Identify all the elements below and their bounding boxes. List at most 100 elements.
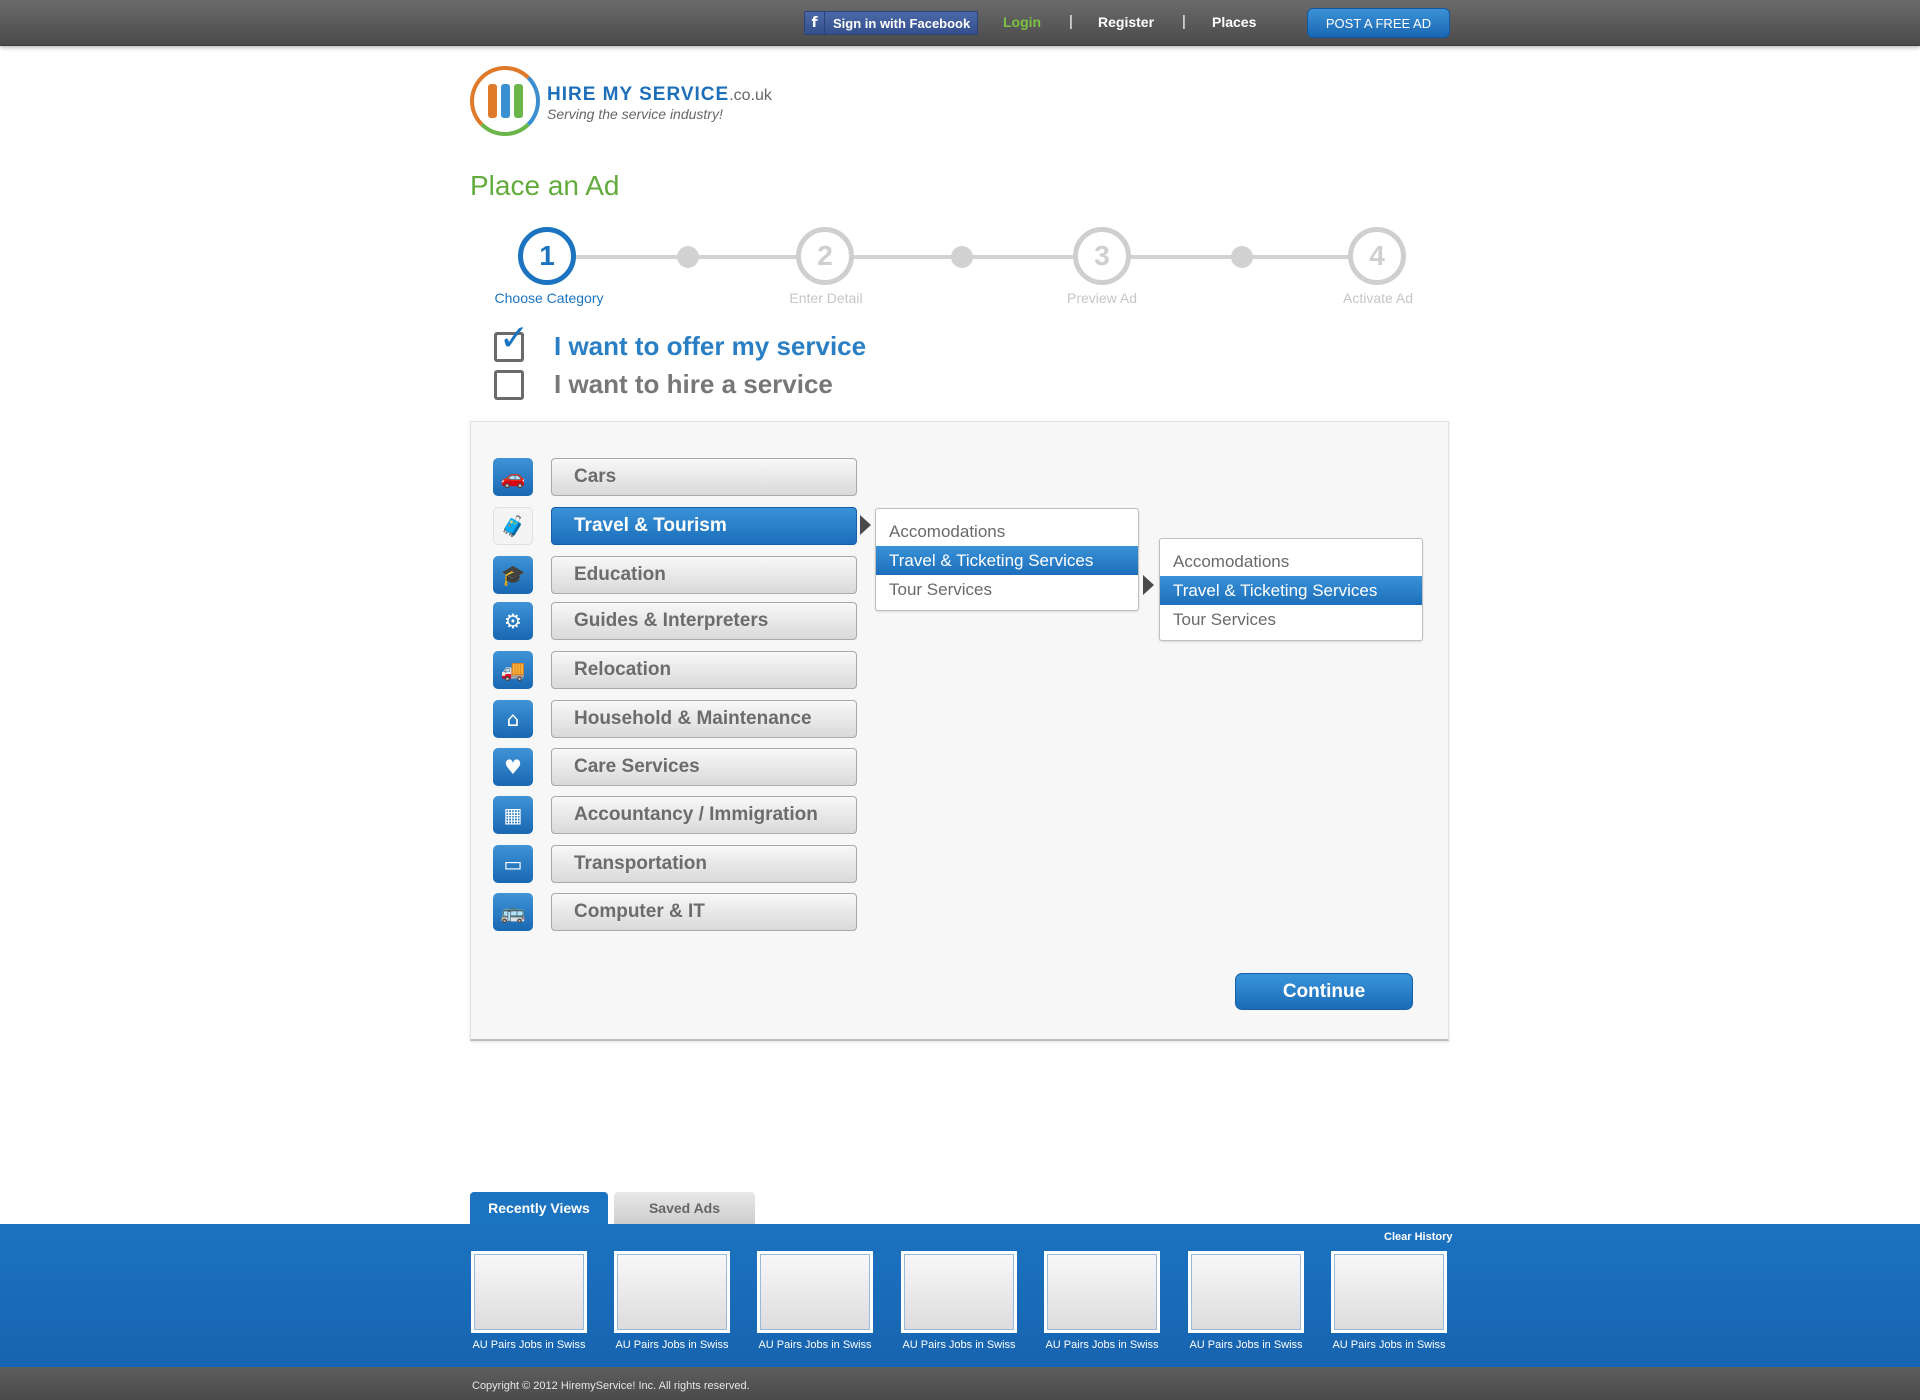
nav-separator: |	[1182, 13, 1186, 30]
stepper-dot	[677, 246, 699, 268]
category-row-household[interactable]: ⌂ Household & Maintenance	[493, 700, 857, 738]
nav-separator: |	[1069, 13, 1073, 30]
tab-saved-ads[interactable]: Saved Ads	[614, 1192, 755, 1224]
step-3-circle: 3	[1073, 227, 1131, 285]
expand-arrow-icon	[1143, 575, 1154, 595]
step-1-circle: 1	[518, 227, 576, 285]
category-row-transportation[interactable]: ▭ Transportation	[493, 845, 857, 883]
expand-arrow-icon	[860, 515, 871, 535]
subcategory-item-selected[interactable]: Travel & Ticketing Services	[876, 546, 1138, 575]
offer-service-option[interactable]: ✓ I want to offer my service	[494, 320, 867, 362]
thumbnail-image	[1331, 1251, 1447, 1333]
top-navigation-bar: f Sign in with Facebook Login | Register…	[0, 0, 1920, 46]
category-row-accountancy[interactable]: ▦ Accountancy / Immigration	[493, 796, 857, 834]
thumbnail-label: AU Pairs Jobs in Swiss	[1332, 1339, 1446, 1351]
category-button-accountancy[interactable]: Accountancy / Immigration	[551, 796, 857, 834]
traveler-icon: 🧳	[493, 507, 533, 545]
page-title: Place an Ad	[470, 170, 620, 201]
clear-history-link[interactable]: Clear History	[1384, 1231, 1452, 1243]
recent-ad-thumbnail[interactable]: AU Pairs Jobs in Swiss	[757, 1251, 873, 1351]
facebook-icon: f	[805, 12, 825, 34]
continue-button[interactable]: Continue	[1235, 973, 1413, 1010]
thumbnail-label: AU Pairs Jobs in Swiss	[902, 1339, 1016, 1351]
step-4-label: Activate Ad	[1342, 290, 1414, 306]
category-panel: 🚗 Cars 🧳 Travel & Tourism 🎓 Education ⚙ …	[470, 421, 1449, 1041]
recent-ad-thumbnail[interactable]: AU Pairs Jobs in Swiss	[1044, 1251, 1160, 1351]
logo-tld: .co.uk	[729, 87, 772, 104]
offer-service-checkbox[interactable]: ✓	[494, 320, 529, 362]
facebook-signin-button[interactable]: f Sign in with Facebook	[804, 11, 978, 35]
category-button-guides[interactable]: Guides & Interpreters	[551, 602, 857, 640]
post-free-ad-button[interactable]: POST A FREE AD	[1307, 8, 1450, 38]
category-button-computer[interactable]: Computer & IT	[551, 893, 857, 931]
step-4-circle: 4	[1348, 227, 1406, 285]
subcategory-item-selected[interactable]: Travel & Ticketing Services	[1160, 576, 1422, 605]
hire-service-label: I want to hire a service	[554, 369, 833, 399]
graduate-icon: 🎓	[493, 556, 533, 594]
thumbnail-label: AU Pairs Jobs in Swiss	[615, 1339, 729, 1351]
checkmark-icon: ✓	[499, 317, 530, 359]
site-logo[interactable]: HIRE MY SERVICE.co.uk Serving the servic…	[470, 64, 790, 138]
heart-cross-icon: ♥	[493, 748, 533, 786]
facebook-signin-label: Sign in with Facebook	[833, 15, 971, 31]
subcategory-item[interactable]: Accomodations	[1160, 547, 1422, 576]
recent-ad-thumbnail[interactable]: AU Pairs Jobs in Swiss	[1188, 1251, 1304, 1351]
stepper-dot	[951, 246, 973, 268]
logo-mark-icon	[470, 66, 540, 136]
category-row-computer[interactable]: 🚌 Computer & IT	[493, 893, 857, 931]
abacus-icon: ▦	[493, 796, 533, 834]
subcategory-item[interactable]: Accomodations	[876, 517, 1138, 546]
offer-service-label: I want to offer my service	[554, 331, 867, 361]
places-link[interactable]: Places	[1212, 14, 1256, 30]
step-2-circle: 2	[796, 227, 854, 285]
step-3-label: Preview Ad	[1066, 290, 1138, 306]
thumbnail-label: AU Pairs Jobs in Swiss	[758, 1339, 872, 1351]
bus-icon: 🚌	[493, 893, 533, 931]
subcategory-list-2: Accomodations Travel & Ticketing Service…	[1159, 538, 1423, 641]
subcategory-item[interactable]: Tour Services	[876, 575, 1138, 604]
category-row-care[interactable]: ♥ Care Services	[493, 748, 857, 786]
login-link[interactable]: Login	[1003, 14, 1041, 30]
category-row-cars[interactable]: 🚗 Cars	[493, 458, 857, 496]
copyright-text: Copyright © 2012 HiremyService! Inc. All…	[472, 1380, 750, 1392]
category-button-household[interactable]: Household & Maintenance	[551, 700, 857, 738]
thumbnail-label: AU Pairs Jobs in Swiss	[472, 1339, 586, 1351]
thumbnail-image	[901, 1251, 1017, 1333]
step-1-label: Choose Category	[494, 290, 604, 306]
subcategory-item[interactable]: Tour Services	[1160, 605, 1422, 634]
subcategory-list-1: Accomodations Travel & Ticketing Service…	[875, 508, 1139, 611]
hire-service-option[interactable]: I want to hire a service	[494, 369, 833, 400]
category-row-guides[interactable]: ⚙ Guides & Interpreters	[493, 602, 857, 640]
step-2-label: Enter Detail	[789, 290, 863, 306]
thumbnail-image	[471, 1251, 587, 1333]
category-button-transportation[interactable]: Transportation	[551, 845, 857, 883]
recent-ad-thumbnail[interactable]: AU Pairs Jobs in Swiss	[471, 1251, 587, 1351]
gear-wrench-icon: ⚙	[493, 602, 533, 640]
category-row-travel[interactable]: 🧳 Travel & Tourism	[493, 507, 857, 545]
logo-name: HIRE MY SERVICE.co.uk	[547, 84, 772, 105]
recent-ad-thumbnail[interactable]: AU Pairs Jobs in Swiss	[1331, 1251, 1447, 1351]
category-button-travel[interactable]: Travel & Tourism	[551, 507, 857, 545]
logo-tagline: Serving the service industry!	[547, 106, 723, 122]
category-button-care[interactable]: Care Services	[551, 748, 857, 786]
car-icon: 🚗	[493, 458, 533, 496]
recent-ad-thumbnail[interactable]: AU Pairs Jobs in Swiss	[614, 1251, 730, 1351]
thumbnail-image	[1188, 1251, 1304, 1333]
computer-icon: ▭	[493, 845, 533, 883]
thumbnail-image	[1044, 1251, 1160, 1333]
thumbnail-label: AU Pairs Jobs in Swiss	[1045, 1339, 1159, 1351]
tab-recently-viewed[interactable]: Recently Views	[470, 1192, 608, 1224]
thumbnail-image	[614, 1251, 730, 1333]
moving-truck-icon: 🚚	[493, 651, 533, 689]
recent-ad-thumbnail[interactable]: AU Pairs Jobs in Swiss	[901, 1251, 1017, 1351]
category-row-education[interactable]: 🎓 Education	[493, 556, 857, 594]
category-button-cars[interactable]: Cars	[551, 458, 857, 496]
thumbnail-label: AU Pairs Jobs in Swiss	[1189, 1339, 1303, 1351]
category-button-relocation[interactable]: Relocation	[551, 651, 857, 689]
house-icon: ⌂	[493, 700, 533, 738]
category-row-relocation[interactable]: 🚚 Relocation	[493, 651, 857, 689]
register-link[interactable]: Register	[1098, 14, 1154, 30]
footer: Copyright © 2012 HiremyService! Inc. All…	[0, 1367, 1920, 1400]
category-button-education[interactable]: Education	[551, 556, 857, 594]
hire-service-checkbox[interactable]	[494, 369, 524, 400]
